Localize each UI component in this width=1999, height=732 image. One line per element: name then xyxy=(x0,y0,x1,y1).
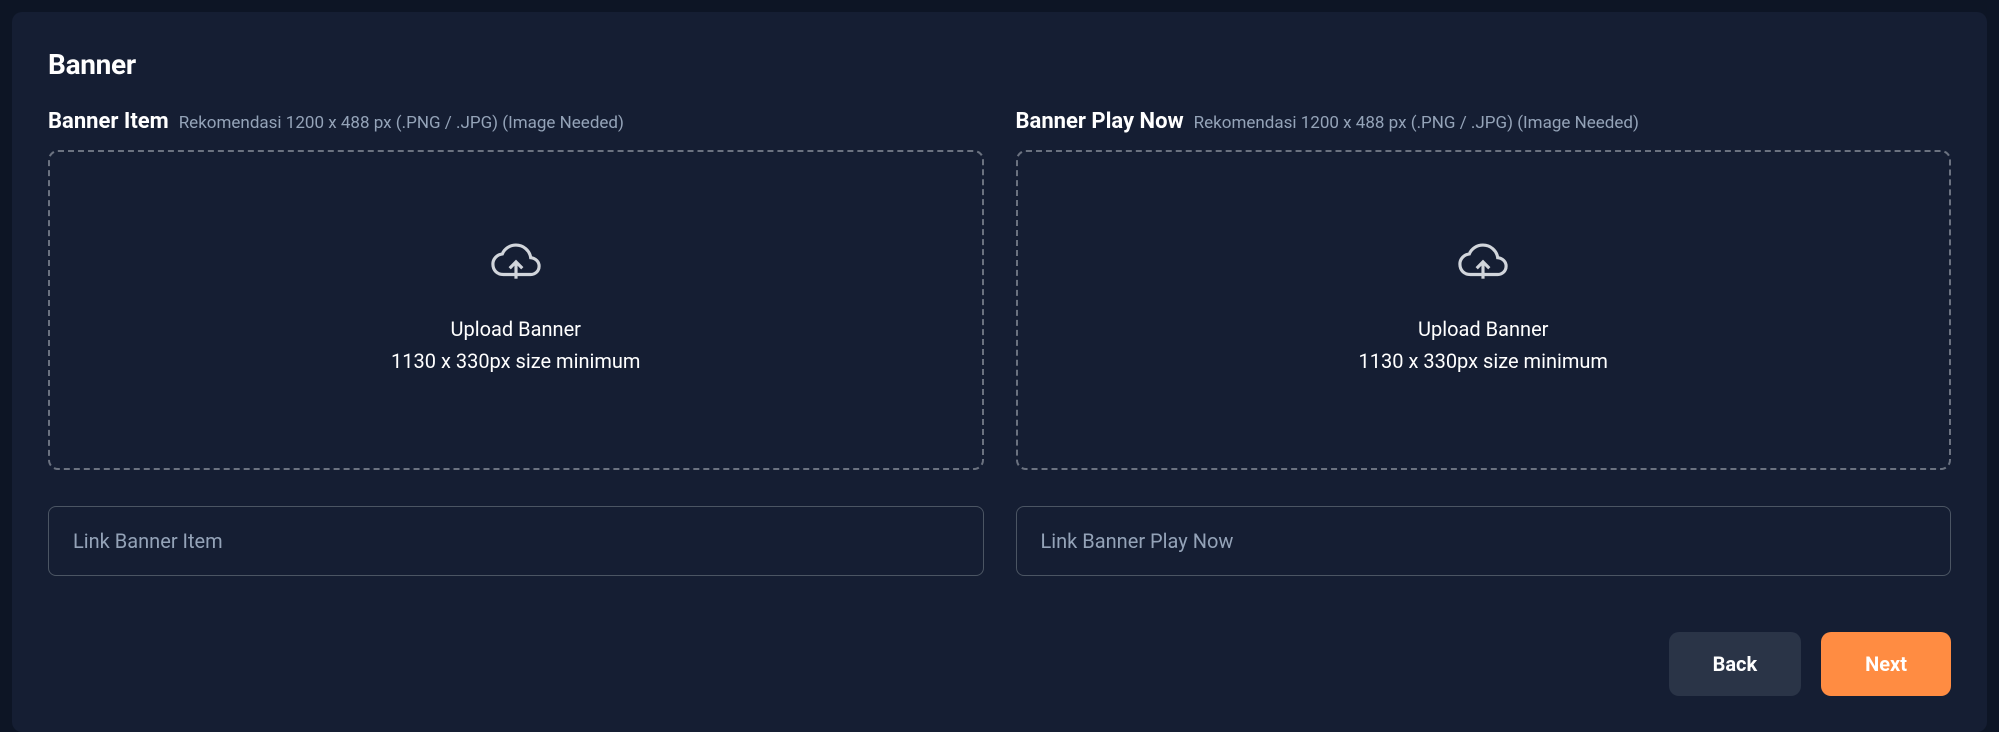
dropzone-text: Upload Banner 1130 x 330px size minimum xyxy=(1359,313,1608,377)
banner-item-label: Banner Item xyxy=(48,109,169,134)
dropzone-text: Upload Banner 1130 x 330px size minimum xyxy=(391,313,640,377)
banner-item-hint: Rekomendasi 1200 x 488 px (.PNG / .JPG) … xyxy=(179,113,624,133)
banner-play-now-column: Banner Play Now Rekomendasi 1200 x 488 p… xyxy=(1016,109,1952,576)
banner-play-now-label: Banner Play Now xyxy=(1016,109,1184,134)
section-title: Banner xyxy=(48,48,1951,81)
button-row: Back Next xyxy=(1669,632,1951,696)
banner-item-dropzone[interactable]: Upload Banner 1130 x 330px size minimum xyxy=(48,150,984,470)
columns: Banner Item Rekomendasi 1200 x 488 px (.… xyxy=(48,109,1951,576)
link-banner-item-input[interactable] xyxy=(48,506,984,576)
field-label-row: Banner Play Now Rekomendasi 1200 x 488 p… xyxy=(1016,109,1952,134)
link-banner-play-now-input[interactable] xyxy=(1016,506,1952,576)
dropzone-line1: Upload Banner xyxy=(1359,313,1608,345)
next-button[interactable]: Next xyxy=(1821,632,1951,696)
back-button[interactable]: Back xyxy=(1669,632,1802,696)
dropzone-line1: Upload Banner xyxy=(391,313,640,345)
cloud-upload-icon xyxy=(1457,243,1509,285)
banner-item-column: Banner Item Rekomendasi 1200 x 488 px (.… xyxy=(48,109,984,576)
dropzone-line2: 1130 x 330px size minimum xyxy=(1359,345,1608,377)
dropzone-line2: 1130 x 330px size minimum xyxy=(391,345,640,377)
banner-play-now-dropzone[interactable]: Upload Banner 1130 x 330px size minimum xyxy=(1016,150,1952,470)
cloud-upload-icon xyxy=(490,243,542,285)
field-label-row: Banner Item Rekomendasi 1200 x 488 px (.… xyxy=(48,109,984,134)
banner-play-now-hint: Rekomendasi 1200 x 488 px (.PNG / .JPG) … xyxy=(1194,113,1639,133)
banner-panel: Banner Banner Item Rekomendasi 1200 x 48… xyxy=(12,12,1987,732)
